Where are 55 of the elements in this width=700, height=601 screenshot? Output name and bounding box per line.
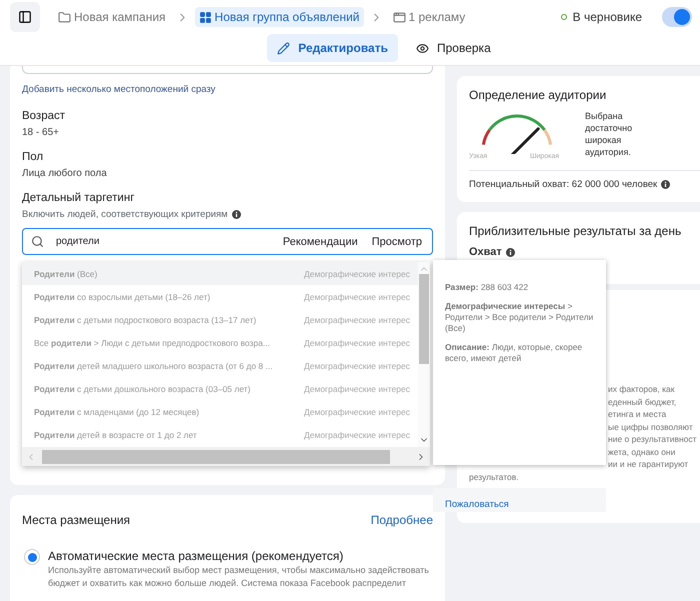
card-title: Определение аудитории	[469, 88, 608, 102]
note-text: жета, однако они	[607, 446, 676, 458]
option-label: Автоматические места размещения (рекомендуется)	[48, 549, 344, 563]
field-value: 18 - 65+	[22, 127, 60, 138]
mode-tab[interactable]: Проверка	[406, 34, 501, 62]
metric-label: Охват	[469, 246, 502, 258]
note-text: ние о результативност	[607, 433, 698, 446]
status-label: В черновике	[572, 10, 642, 24]
folder-icon	[58, 10, 71, 24]
grid-icon	[198, 10, 212, 24]
section-title: Места размещения	[22, 513, 130, 527]
status-toggle[interactable]	[662, 7, 692, 27]
field-label: Возраст	[22, 110, 66, 122]
tooltip-size: Размер: 288 603 422	[445, 282, 530, 293]
note-text: результатов.	[469, 470, 520, 483]
field-label: Пол	[22, 151, 44, 163]
criteria-hint: Включить людей, соответствующих критериям	[22, 209, 228, 220]
sidebar-toggle-button[interactable]	[10, 2, 40, 32]
note-text: их факторов, как	[607, 383, 676, 396]
tooltip-description: Описание: Люди, которые, скорее всего, имеют детей	[445, 342, 584, 364]
info-icon	[661, 180, 670, 189]
info-icon	[232, 210, 241, 219]
field-value: Лица любого пола	[22, 168, 108, 179]
search-action-button[interactable]: Просмотр	[370, 236, 424, 248]
suggestion-item[interactable]: Родители (Все) Демографические интерес	[22, 262, 418, 286]
card-title: Приблизительные результаты за день	[469, 224, 682, 238]
sidebar-icon	[18, 10, 32, 24]
more-link[interactable]: Подробнее	[370, 513, 433, 527]
search-icon	[31, 235, 44, 248]
window-icon	[392, 10, 406, 24]
vertical-scrollbar[interactable]	[418, 262, 430, 447]
info-icon	[506, 248, 515, 256]
add-locations-link[interactable]: Добавить несколько местоположений сразу	[22, 84, 216, 95]
search-action-button[interactable]: Рекомендации	[280, 236, 360, 248]
note-text: ии и не гарантируют	[607, 458, 690, 470]
mode-tab[interactable]: Редактировать	[267, 34, 398, 62]
horizontal-scrollbar[interactable]	[22, 447, 430, 466]
section-label: Детальный таргетинг	[22, 192, 136, 204]
option-description: Используйте автоматический выбор мест размещения, чтобы максимально задействовать бюджет и охватить как можно больше людей. Система показа Facebook распределит	[48, 564, 430, 590]
location-field[interactable]	[22, 66, 433, 74]
status-dot	[560, 14, 567, 20]
eye-icon	[416, 42, 429, 54]
pencil-icon	[277, 42, 290, 54]
search-field[interactable]: родители Рекомендации Просмотр	[22, 228, 433, 255]
potential-reach: Потенциальный охват: 62 000 000 человек	[469, 179, 658, 190]
audience-verdict: Выбрана достаточно широкая аудитория.	[585, 110, 634, 159]
note-text: ые цифры позволяют	[607, 420, 694, 433]
breadcrumb-tab[interactable]: 1 рекламу	[388, 7, 470, 27]
note-text: еденный бюджет,	[607, 396, 678, 408]
breadcrumb-tab[interactable]: Новая кампания	[54, 7, 170, 27]
note-text: етинга и места	[607, 408, 668, 420]
tooltip-path: Демографические интересы > Родители > Все родители > Родители (Все)	[445, 301, 594, 334]
radio-button[interactable]	[24, 549, 40, 565]
breadcrumb-tab[interactable]: Новая группа объявлений	[194, 7, 364, 27]
report-link[interactable]: Пожаловаться	[445, 499, 509, 510]
